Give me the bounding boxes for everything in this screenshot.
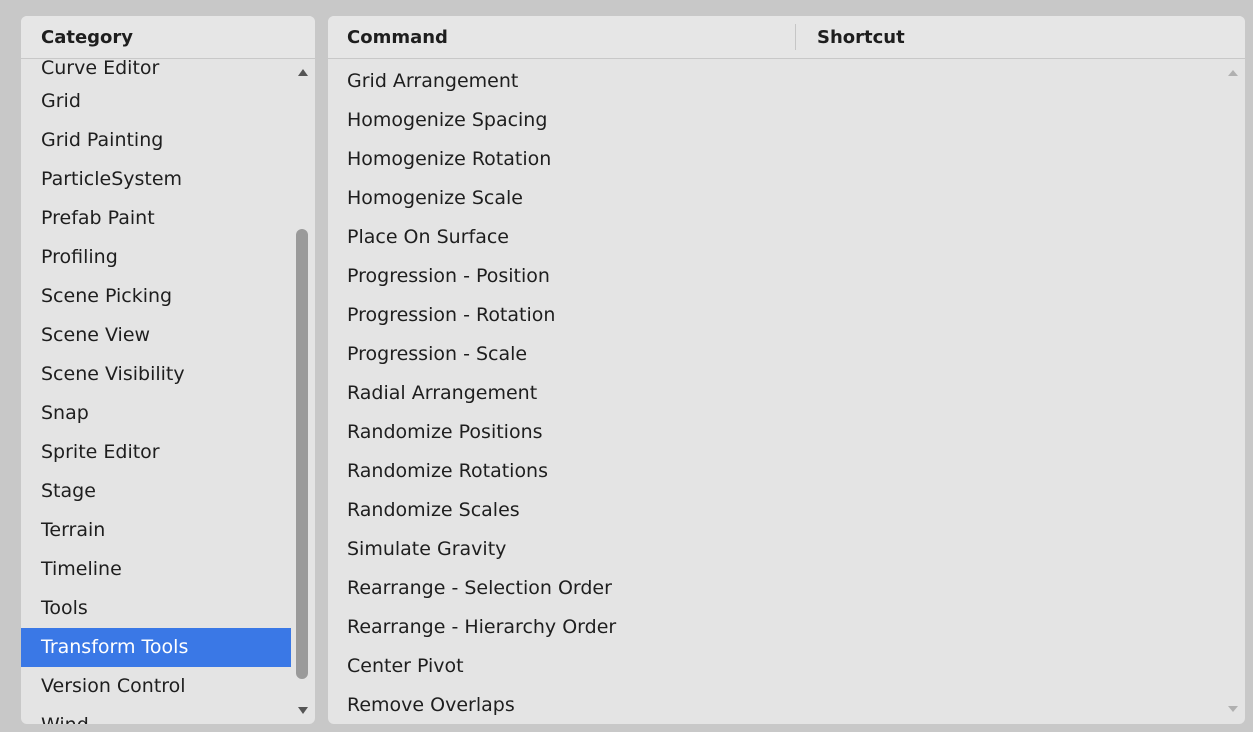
category-item[interactable]: Wind...: [21, 706, 291, 724]
scroll-up-arrow-icon[interactable]: [298, 69, 308, 76]
command-header: Command Shortcut: [328, 16, 1245, 59]
category-item[interactable]: Grid Painting: [21, 121, 291, 160]
category-column-title: Category: [41, 27, 134, 48]
category-item[interactable]: Curve Editor: [21, 59, 291, 77]
command-row[interactable]: Randomize Positions: [328, 413, 1223, 452]
category-panel: Category Curve Editor Grid Grid Painting Pa…: [21, 16, 315, 724]
category-list: Curve Editor Grid Grid Painting ParticleSys…: [21, 59, 291, 724]
command-row[interactable]: Grid Arrangement: [328, 62, 1223, 101]
category-item[interactable]: Version Control: [21, 667, 291, 706]
command-row[interactable]: Randomize Scales: [328, 491, 1223, 530]
category-item[interactable]: Timeline: [21, 550, 291, 589]
category-item[interactable]: Scene Picking: [21, 277, 291, 316]
category-item[interactable]: Terrain: [21, 511, 291, 550]
shortcut-column-title[interactable]: Shortcut: [817, 27, 905, 48]
command-column-title[interactable]: Command: [347, 27, 448, 48]
category-item[interactable]: Profiling: [21, 238, 291, 277]
category-item[interactable]: ParticleSystem: [21, 160, 291, 199]
command-row[interactable]: Randomize Rotations: [328, 452, 1223, 491]
category-item[interactable]: Grid: [21, 82, 291, 121]
command-row[interactable]: Simulate Gravity: [328, 530, 1223, 569]
category-scrollbar[interactable]: [291, 59, 315, 724]
command-row[interactable]: Homogenize Scale: [328, 179, 1223, 218]
command-row[interactable]: Homogenize Rotation: [328, 140, 1223, 179]
category-item[interactable]: Scene View: [21, 316, 291, 355]
command-row[interactable]: Rearrange - Hierarchy Order: [328, 608, 1223, 647]
command-row[interactable]: Homogenize Spacing: [328, 101, 1223, 140]
command-row[interactable]: Progression - Scale: [328, 335, 1223, 374]
category-header: Category: [21, 16, 315, 59]
command-list: Grid Arrangement Homogenize Spacing Homoge…: [328, 59, 1223, 724]
command-row[interactable]: Progression - Rotation: [328, 296, 1223, 335]
category-item[interactable]: Tools: [21, 589, 291, 628]
scrollbar-thumb[interactable]: [296, 229, 308, 679]
category-item[interactable]: Scene Visibility: [21, 355, 291, 394]
category-item[interactable]: Prefab Paint: [21, 199, 291, 238]
command-row[interactable]: Radial Arrangement: [328, 374, 1223, 413]
category-item[interactable]: Stage: [21, 472, 291, 511]
command-row[interactable]: Progression - Position: [328, 257, 1223, 296]
category-item[interactable]: Transform Tools: [21, 628, 291, 667]
command-row[interactable]: Center Pivot: [328, 647, 1223, 686]
category-item[interactable]: Snap: [21, 394, 291, 433]
command-panel: Command Shortcut Grid Arrangement Homogen…: [328, 16, 1245, 724]
category-item[interactable]: Sprite Editor: [21, 433, 291, 472]
scroll-down-arrow-icon[interactable]: [298, 707, 308, 714]
command-row[interactable]: Place On Surface: [328, 218, 1223, 257]
command-scrollbar[interactable]: [1221, 59, 1245, 724]
column-divider[interactable]: [795, 24, 796, 50]
command-row[interactable]: Remove Overlaps: [328, 686, 1223, 724]
scroll-up-arrow-icon[interactable]: [1228, 70, 1238, 76]
scroll-down-arrow-icon[interactable]: [1228, 706, 1238, 712]
command-row[interactable]: Rearrange - Selection Order: [328, 569, 1223, 608]
